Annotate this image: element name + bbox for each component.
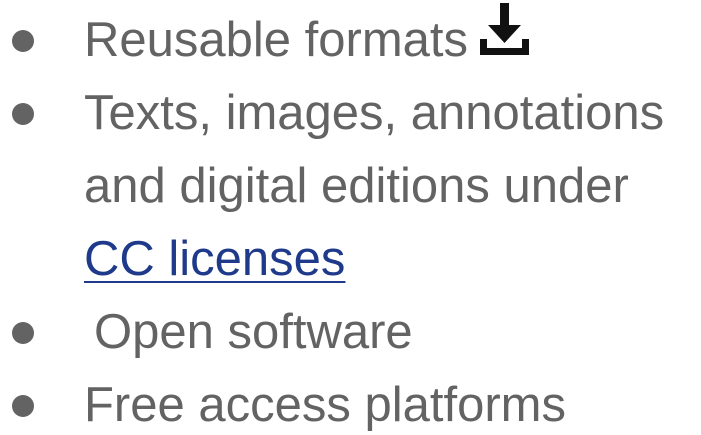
- bullet-list: Reusable formats Texts, images, annotati…: [0, 1, 701, 435]
- bullet-line: Free access platforms: [84, 378, 566, 432]
- cc-licenses-link[interactable]: CC licenses: [84, 232, 345, 286]
- bullet-line: and digital editions under: [84, 159, 629, 213]
- bullet-item-free-access: Free access platforms: [0, 369, 701, 435]
- slide: Reusable formats Texts, images, annotati…: [0, 0, 701, 435]
- bullet-item-reusable-formats: Reusable formats: [0, 1, 701, 78]
- bullet-item-open-software: Open software: [0, 296, 701, 369]
- bullet-dot: [12, 30, 34, 52]
- bullet-dot: [12, 395, 34, 417]
- bullet-line: CC licenses: [84, 223, 701, 296]
- bullet-dot: [12, 322, 34, 344]
- download-icon: [476, 1, 532, 78]
- bullet-dot: [12, 103, 34, 125]
- bullet-item-texts-images: Texts, images, annotations and digital e…: [0, 77, 701, 296]
- bullet-text: Reusable formats: [84, 13, 469, 67]
- bullet-line: Reusable formats: [84, 1, 701, 78]
- bullet-line: Open software: [94, 305, 413, 359]
- bullet-line: Texts, images, annotations: [84, 86, 665, 140]
